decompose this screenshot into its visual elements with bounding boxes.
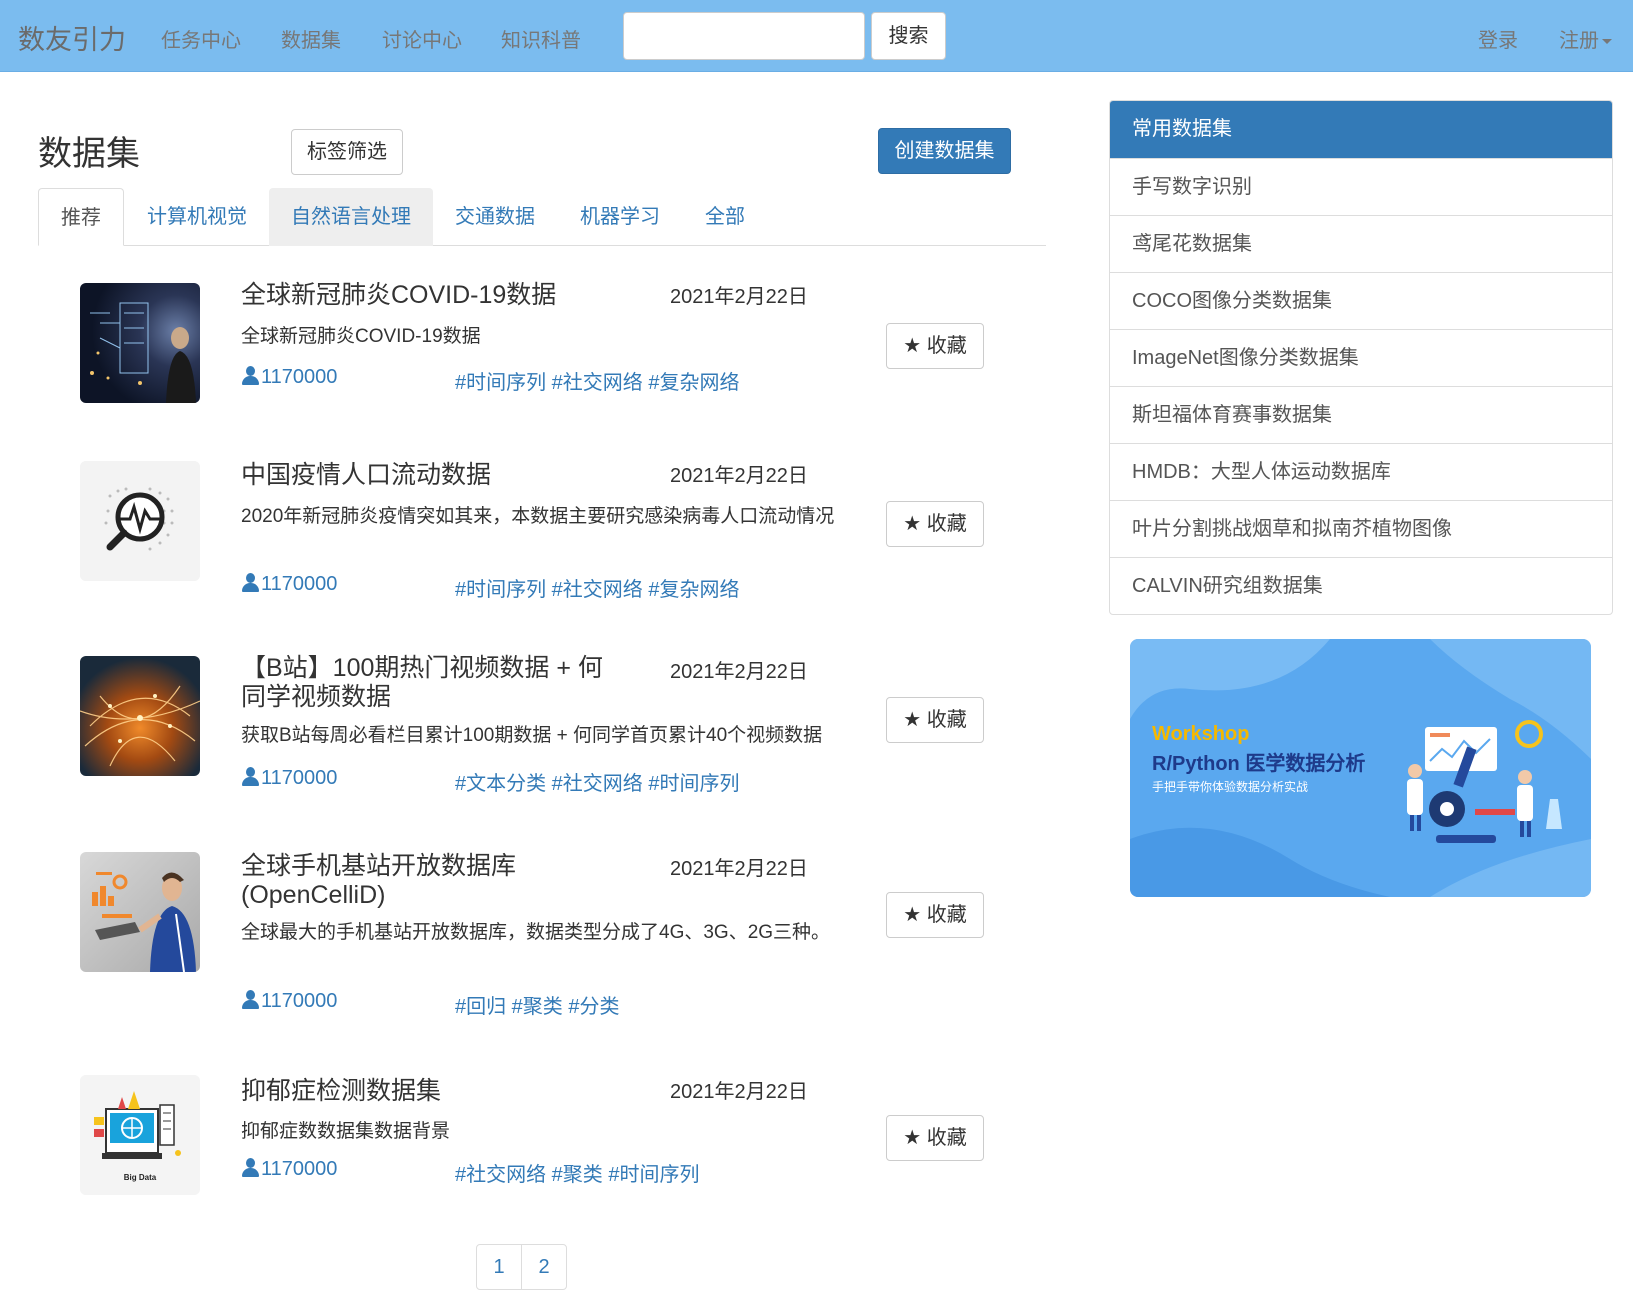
tab-recommended[interactable]: 推荐 [38, 188, 124, 246]
dataset-title[interactable]: 全球新冠肺炎COVID-19数据 [241, 281, 621, 310]
dataset-date: 2021年2月22日 [670, 286, 808, 308]
dataset-title[interactable]: 中国疫情人口流动数据 [241, 461, 621, 490]
dataset-title[interactable]: 抑郁症检测数据集 [241, 1077, 621, 1106]
dataset-thumbnail[interactable] [80, 283, 200, 403]
user-icon [241, 767, 260, 786]
user-icon [241, 990, 260, 1009]
nav-task-center[interactable]: 任务中心 [161, 24, 241, 53]
top-navbar: 数友引力 任务中心 数据集 讨论中心 知识科普 搜索 登录 注册 [0, 0, 1633, 72]
dataset-thumbnail[interactable] [80, 461, 200, 581]
search-input[interactable] [623, 12, 865, 60]
dataset-user-count: 1170000 [241, 366, 337, 389]
man-with-tablet-image [92, 872, 196, 972]
user-count-value: 1170000 [261, 990, 338, 1012]
dataset-date: 2021年2月22日 [670, 1081, 808, 1103]
dataset-description: 全球最大的手机基站开放数据库，数据类型分成了4G、3G、2G三种。 [241, 922, 831, 943]
sidebar-item-iris[interactable]: 鸢尾花数据集 [1110, 215, 1612, 272]
dataset-title[interactable]: 【B站】100期热门视频数据 + 何同学视频数据 [241, 654, 621, 712]
dataset-thumbnail[interactable] [80, 656, 200, 776]
dataset-description: 全球新冠肺炎COVID-19数据 [241, 326, 481, 347]
tab-nlp[interactable]: 自然语言处理 [269, 188, 433, 246]
user-icon [241, 366, 260, 385]
favorite-button[interactable]: ★ 收藏 [886, 697, 984, 743]
user-count-value: 1170000 [261, 767, 338, 789]
sidebar-item-stanford-sports[interactable]: 斯坦福体育赛事数据集 [1110, 386, 1612, 443]
common-datasets-panel: 常用数据集 手写数字识别 鸢尾花数据集 COCO图像分类数据集 ImageNet… [1109, 100, 1613, 615]
favorite-button[interactable]: ★ 收藏 [886, 501, 984, 547]
magnifier-pulse-icon [80, 461, 200, 581]
sidebar-item-imagenet[interactable]: ImageNet图像分类数据集 [1110, 329, 1612, 386]
user-icon [241, 573, 260, 592]
network-city-image [80, 685, 200, 767]
dataset-date: 2021年2月22日 [670, 465, 808, 487]
user-icon [241, 1158, 260, 1177]
banner-title: R/Python 医学数据分析 [1152, 753, 1366, 775]
workshop-banner[interactable]: Workshop R/Python 医学数据分析 手把手带你体验数据分析实战 [1130, 639, 1591, 897]
favorite-button[interactable]: ★ 收藏 [886, 323, 984, 369]
sidebar-item-coco[interactable]: COCO图像分类数据集 [1110, 272, 1612, 329]
dataset-date: 2021年2月22日 [670, 858, 808, 880]
dataset-user-count: 1170000 [241, 990, 337, 1013]
dataset-title[interactable]: 全球手机基站开放数据库(OpenCelliD) [241, 852, 621, 910]
tag-filter-button[interactable]: 标签筛选 [291, 129, 403, 175]
thumbnail-caption: Big Data [123, 1173, 157, 1182]
dataset-thumbnail[interactable]: Big Data [80, 1075, 200, 1195]
tab-all[interactable]: 全部 [683, 188, 767, 246]
user-count-value: 1170000 [261, 1158, 338, 1180]
tab-computer-vision[interactable]: 计算机视觉 [125, 188, 269, 246]
favorite-button[interactable]: ★ 收藏 [886, 1115, 984, 1161]
user-count-value: 1170000 [261, 573, 338, 595]
dataset-description: 2020年新冠肺炎疫情突如其来，本数据主要研究感染病毒人口流动情况 [241, 506, 835, 527]
dataset-tags[interactable]: #文本分类 #社交网络 #时间序列 [455, 767, 739, 796]
nav-datasets[interactable]: 数据集 [281, 24, 341, 53]
page-1-link[interactable]: 1 [476, 1244, 522, 1290]
favorite-button[interactable]: ★ 收藏 [886, 892, 984, 938]
create-dataset-button[interactable]: 创建数据集 [878, 128, 1011, 174]
login-link[interactable]: 登录 [1478, 24, 1518, 53]
dataset-tags[interactable]: #社交网络 #聚类 #时间序列 [455, 1158, 699, 1187]
city-touchscreen-image [90, 302, 196, 403]
caret-down-icon [1602, 39, 1612, 45]
banner-workshop-label: Workshop [1152, 723, 1250, 745]
dataset-user-count: 1170000 [241, 573, 337, 596]
dataset-description: 获取B站每周必看栏目累计100期数据 + 何同学首页累计40个视频数据 [241, 725, 823, 746]
register-label: 注册 [1559, 30, 1599, 52]
panel-heading: 常用数据集 [1110, 101, 1612, 158]
dataset-tags[interactable]: #回归 #聚类 #分类 [455, 990, 619, 1019]
tab-traffic-data[interactable]: 交通数据 [433, 188, 557, 246]
search-button[interactable]: 搜索 [871, 12, 946, 60]
tab-machine-learning[interactable]: 机器学习 [558, 188, 682, 246]
sidebar-item-leaf-segmentation[interactable]: 叶片分割挑战烟草和拟南芥植物图像 [1110, 500, 1612, 557]
dataset-thumbnail[interactable] [80, 852, 200, 972]
page-2-link[interactable]: 2 [521, 1244, 567, 1290]
dataset-date: 2021年2月22日 [670, 661, 808, 683]
dataset-user-count: 1170000 [241, 1158, 337, 1181]
dataset-tags[interactable]: #时间序列 #社交网络 #复杂网络 [455, 366, 739, 395]
register-dropdown[interactable]: 注册 [1559, 24, 1612, 53]
nav-discussion[interactable]: 讨论中心 [382, 24, 462, 53]
dataset-user-count: 1170000 [241, 767, 337, 790]
brand-logo[interactable]: 数友引力 [18, 18, 126, 57]
sidebar-item-handwritten-digits[interactable]: 手写数字识别 [1110, 158, 1612, 215]
banner-subtitle: 手把手带你体验数据分析实战 [1152, 780, 1309, 794]
page-title: 数据集 [38, 135, 140, 173]
sidebar-item-calvin[interactable]: CALVIN研究组数据集 [1110, 557, 1612, 614]
sidebar-item-hmdb[interactable]: HMDB：大型人体运动数据库 [1110, 443, 1612, 500]
user-count-value: 1170000 [261, 366, 338, 388]
nav-knowledge[interactable]: 知识科普 [501, 24, 581, 53]
dataset-tags[interactable]: #时间序列 #社交网络 #复杂网络 [455, 573, 739, 602]
dataset-description: 抑郁症数数据集数据背景 [241, 1121, 451, 1142]
